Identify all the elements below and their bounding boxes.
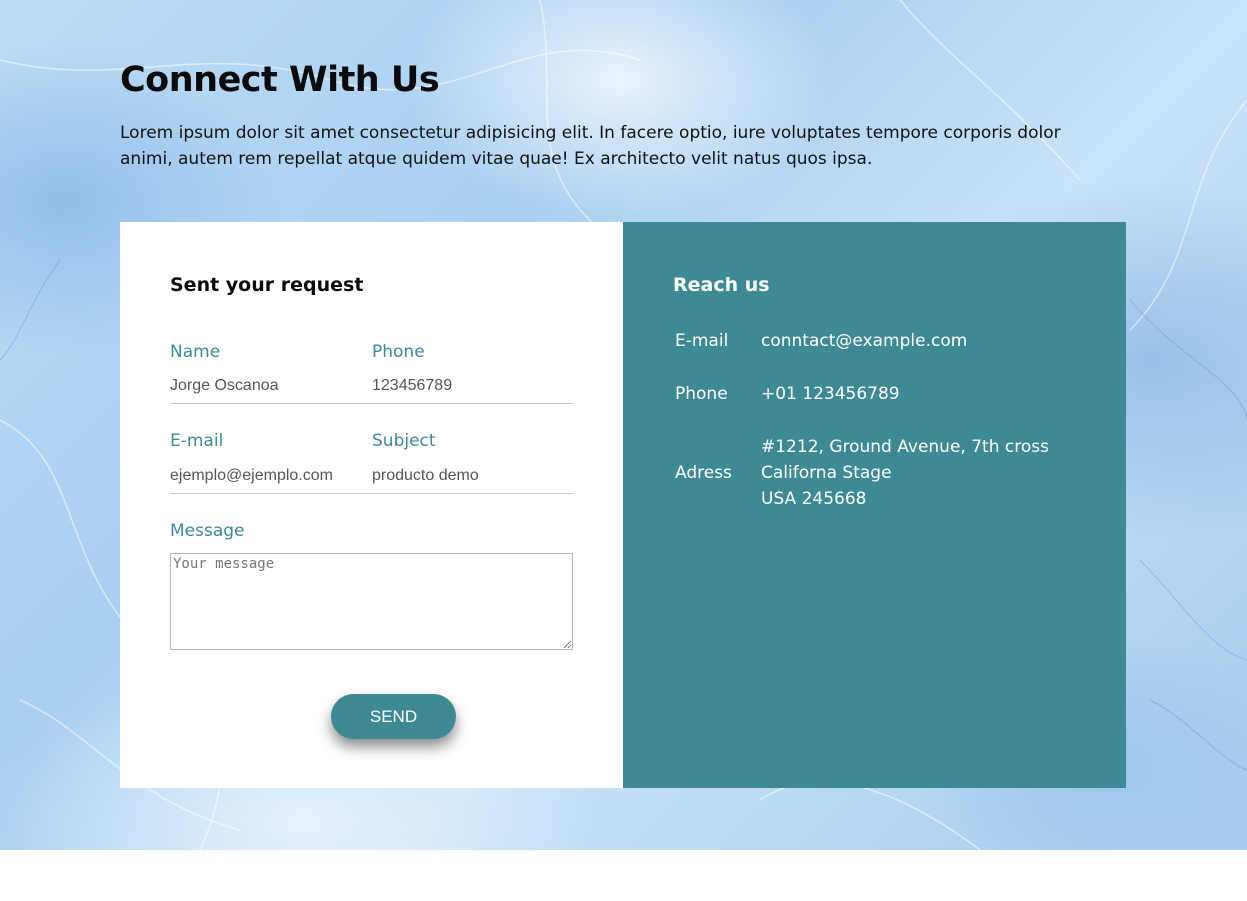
- page-title: Connect With Us: [120, 60, 440, 100]
- phone-input[interactable]: [372, 374, 567, 398]
- subject-input[interactable]: [372, 464, 567, 488]
- email-input[interactable]: [170, 464, 365, 488]
- hero-background: Connect With Us Lorem ipsum dolor sit am…: [0, 0, 1247, 850]
- contact-email-value: conntact@example.com: [761, 331, 968, 351]
- address-line-1: #1212, Ground Avenue, 7th cross: [761, 437, 1049, 457]
- email-label: E-mail: [170, 431, 224, 451]
- phone-label: Phone: [372, 342, 425, 362]
- row2-underline: [170, 493, 573, 494]
- intro-text: Lorem ipsum dolor sit amet consectetur a…: [120, 123, 1061, 169]
- message-textarea[interactable]: [170, 553, 573, 650]
- contact-email-label: E-mail: [675, 331, 729, 351]
- contact-phone-value: +01 123456789: [761, 384, 900, 404]
- subject-label: Subject: [372, 431, 436, 451]
- address-line-3: USA 245668: [761, 489, 867, 509]
- contact-address-label: Adress: [675, 463, 732, 483]
- contact-phone-label: Phone: [675, 384, 728, 404]
- reach-title: Reach us: [673, 274, 770, 296]
- name-label: Name: [170, 342, 221, 362]
- message-label: Message: [170, 521, 245, 541]
- name-input[interactable]: [170, 374, 360, 398]
- form-title: Sent your request: [170, 274, 364, 296]
- contact-info-card: Reach us E-mail conntact@example.com Pho…: [623, 222, 1126, 788]
- request-form-card: Sent your request Name Phone E-mail Subj…: [120, 222, 623, 788]
- row1-underline: [170, 403, 573, 404]
- send-button[interactable]: SEND: [331, 694, 456, 739]
- address-line-2: Californa Stage: [761, 463, 892, 483]
- contact-address-value: #1212, Ground Avenue, 7th cross Californ…: [761, 434, 1049, 512]
